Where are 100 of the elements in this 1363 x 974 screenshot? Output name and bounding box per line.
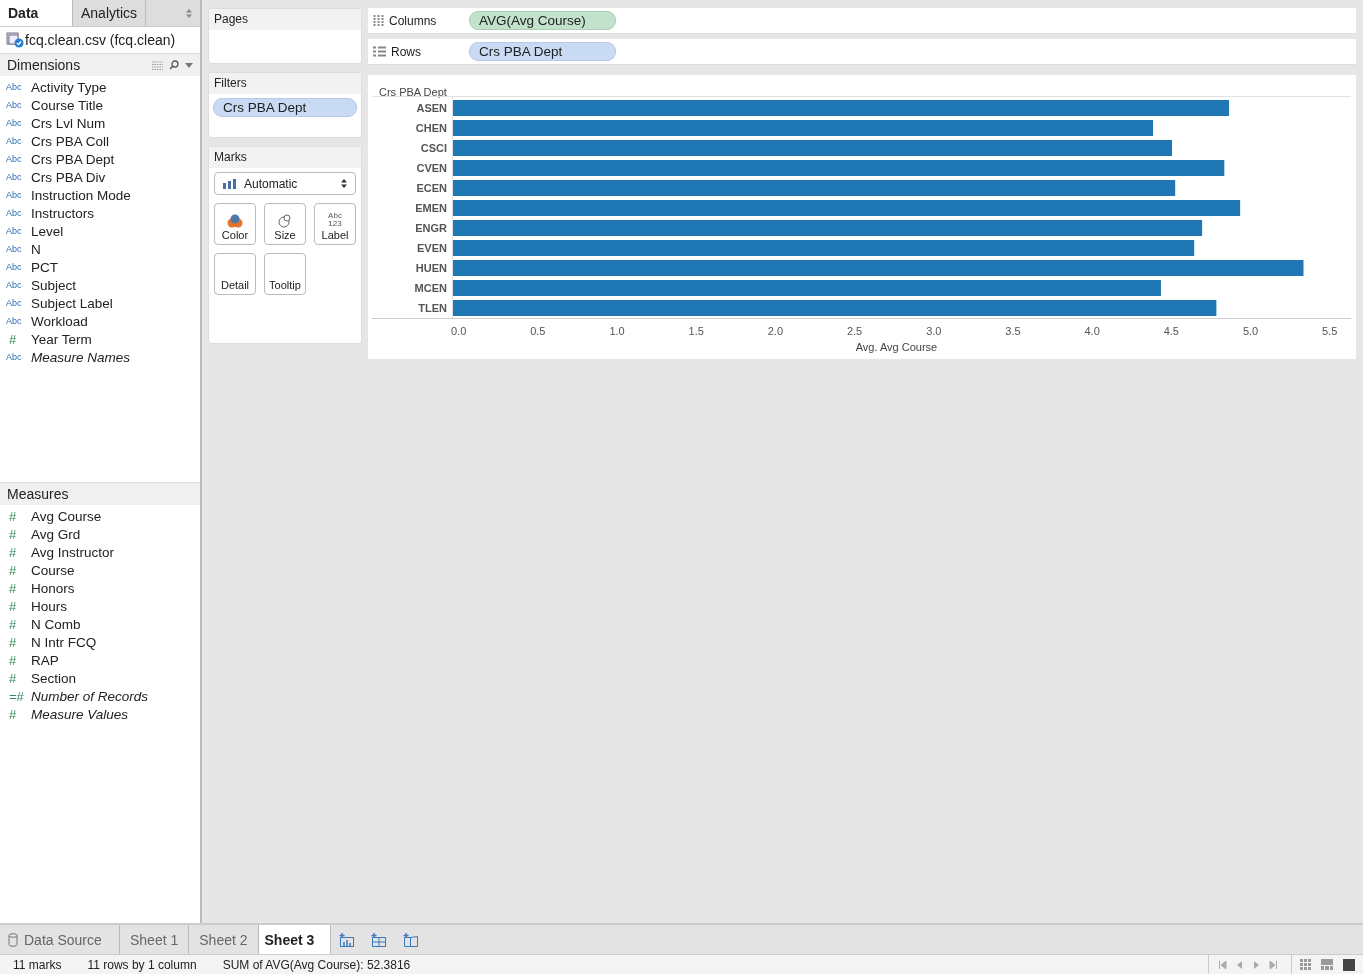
mark-button[interactable]: Abc 123 Label bbox=[314, 203, 356, 245]
mark-button[interactable]: Size bbox=[264, 203, 306, 245]
tick-label: 3.0 bbox=[926, 325, 942, 337]
field-item[interactable]: Abc Subject Label bbox=[0, 294, 200, 312]
field-item[interactable]: Abc Instructors bbox=[0, 204, 200, 222]
search-icon[interactable] bbox=[169, 60, 179, 70]
field-name: Hours bbox=[31, 598, 67, 614]
axis-label: MCEN bbox=[414, 282, 447, 294]
first-page-icon[interactable] bbox=[1219, 960, 1227, 969]
field-item[interactable]: # Avg Instructor bbox=[0, 543, 200, 561]
status-text: SUM of AVG(Avg Course): 52.3816 bbox=[222, 957, 411, 972]
field-item[interactable]: # Section bbox=[0, 669, 200, 687]
shelf-pill[interactable]: Crs PBA Dept bbox=[469, 42, 616, 61]
field-item[interactable]: Abc Workload bbox=[0, 312, 200, 330]
single-view-icon[interactable] bbox=[1343, 958, 1355, 971]
field-item[interactable]: Abc Instruction Mode bbox=[0, 186, 200, 204]
filter-pill[interactable]: Crs PBA Dept bbox=[213, 98, 357, 117]
field-item[interactable]: # Avg Course bbox=[0, 507, 200, 525]
axis-label: ENGR bbox=[415, 222, 447, 234]
axis-label: ASEN bbox=[416, 102, 447, 114]
field-type-icon: # bbox=[6, 562, 31, 578]
field-name: Crs PBA Coll bbox=[31, 133, 110, 149]
grid-view-icon[interactable] bbox=[1300, 959, 1311, 970]
field-item[interactable]: Abc Crs PBA Div bbox=[0, 168, 200, 186]
sort-arrows-icon[interactable] bbox=[186, 8, 192, 18]
next-page-icon[interactable] bbox=[1253, 960, 1259, 969]
tick-label: 3.5 bbox=[1005, 325, 1021, 337]
field-name: Avg Grd bbox=[31, 526, 81, 542]
field-item[interactable]: Abc Subject bbox=[0, 276, 200, 294]
field-item[interactable]: Abc PCT bbox=[0, 258, 200, 276]
field-type-icon: # bbox=[6, 526, 31, 542]
field-type-icon: # bbox=[6, 706, 31, 722]
field-item[interactable]: Abc N bbox=[0, 240, 200, 258]
field-name: Instruction Mode bbox=[31, 187, 131, 203]
field-item[interactable]: Abc Crs PBA Dept bbox=[0, 150, 200, 168]
data-source-name[interactable]: fcq.clean.csv (fcq.clean) bbox=[25, 32, 176, 48]
field-type-icon: # bbox=[6, 598, 31, 614]
mark-button[interactable]: Detail bbox=[214, 253, 256, 295]
section-title: Measures bbox=[7, 486, 69, 502]
field-type-icon: Abc bbox=[6, 100, 31, 110]
field-name: Section bbox=[31, 670, 77, 686]
field-name: Measure Names bbox=[31, 349, 131, 365]
field-name: Course bbox=[31, 562, 75, 578]
tick-label: 2.0 bbox=[767, 325, 784, 337]
tick-label: 0.0 bbox=[451, 325, 467, 337]
field-item[interactable]: # Course bbox=[0, 561, 200, 579]
field-name: Crs PBA Dept bbox=[31, 151, 115, 167]
field-name: Crs PBA Div bbox=[31, 169, 106, 185]
sheet-tab[interactable]: Sheet 3 bbox=[258, 925, 332, 954]
field-name: PCT bbox=[31, 259, 58, 275]
cylinder-icon bbox=[8, 932, 18, 947]
field-item[interactable]: # N Comb bbox=[0, 615, 200, 633]
mark-button[interactable]: Tooltip bbox=[264, 253, 306, 295]
field-item[interactable]: # N Intr FCQ bbox=[0, 633, 200, 651]
field-item[interactable]: # Honors bbox=[0, 579, 200, 597]
field-type-icon: Abc bbox=[6, 190, 31, 200]
field-item[interactable]: Abc Activity Type bbox=[0, 78, 200, 96]
status-text: 11 marks bbox=[13, 957, 62, 972]
field-item[interactable]: # Year Term bbox=[0, 330, 200, 348]
field-name: Avg Course bbox=[31, 508, 102, 524]
field-item[interactable]: Abc Crs PBA Coll bbox=[0, 132, 200, 150]
field-item[interactable]: # Measure Values bbox=[0, 705, 200, 723]
field-item[interactable]: Abc Course Title bbox=[0, 96, 200, 114]
field-item[interactable]: # Hours bbox=[0, 597, 200, 615]
field-name: Avg Instructor bbox=[31, 544, 115, 560]
field-item[interactable]: Abc Level bbox=[0, 222, 200, 240]
mark-button[interactable]: Color bbox=[214, 203, 256, 245]
mark-type-dropdown[interactable]: Automatic bbox=[214, 172, 356, 195]
field-type-icon: Abc bbox=[6, 172, 31, 182]
field-name: Crs Lvl Num bbox=[31, 115, 106, 131]
field-item[interactable]: # Avg Grd bbox=[0, 525, 200, 543]
field-type-icon: # bbox=[6, 580, 31, 596]
list-view-icon[interactable] bbox=[152, 60, 163, 70]
field-item[interactable]: Abc Measure Names bbox=[0, 348, 200, 366]
field-name: N Comb bbox=[31, 616, 81, 632]
field-item[interactable]: =# Number of Records bbox=[0, 687, 200, 705]
last-page-icon[interactable] bbox=[1269, 960, 1277, 969]
tick-label: 5.5 bbox=[1322, 325, 1338, 337]
dropdown-caret-icon[interactable] bbox=[185, 62, 193, 68]
new-sheet-icon[interactable] bbox=[339, 932, 356, 947]
axis-label: EMEN bbox=[415, 202, 447, 214]
tick-label: 0.5 bbox=[530, 325, 546, 337]
panel-tab[interactable]: Data bbox=[0, 0, 73, 26]
field-item[interactable]: # RAP bbox=[0, 651, 200, 669]
field-type-icon: Abc bbox=[6, 136, 31, 146]
field-name: RAP bbox=[31, 652, 59, 668]
field-name: Measure Values bbox=[31, 706, 129, 722]
new-dashboard-icon[interactable] bbox=[371, 932, 388, 947]
shelf-pill[interactable]: AVG(Avg Course) bbox=[469, 11, 616, 30]
field-type-icon: Abc bbox=[6, 298, 31, 308]
field-name: N bbox=[31, 241, 41, 257]
card-title: Marks bbox=[209, 147, 361, 168]
field-type-icon: # bbox=[6, 508, 31, 524]
field-type-icon: Abc bbox=[6, 82, 31, 92]
filmstrip-view-icon[interactable] bbox=[1321, 959, 1333, 970]
new-story-icon[interactable] bbox=[403, 932, 420, 947]
field-type-icon: # bbox=[6, 544, 31, 560]
previous-page-icon[interactable] bbox=[1237, 960, 1243, 969]
card-title: Filters bbox=[209, 73, 361, 94]
field-item[interactable]: Abc Crs Lvl Num bbox=[0, 114, 200, 132]
